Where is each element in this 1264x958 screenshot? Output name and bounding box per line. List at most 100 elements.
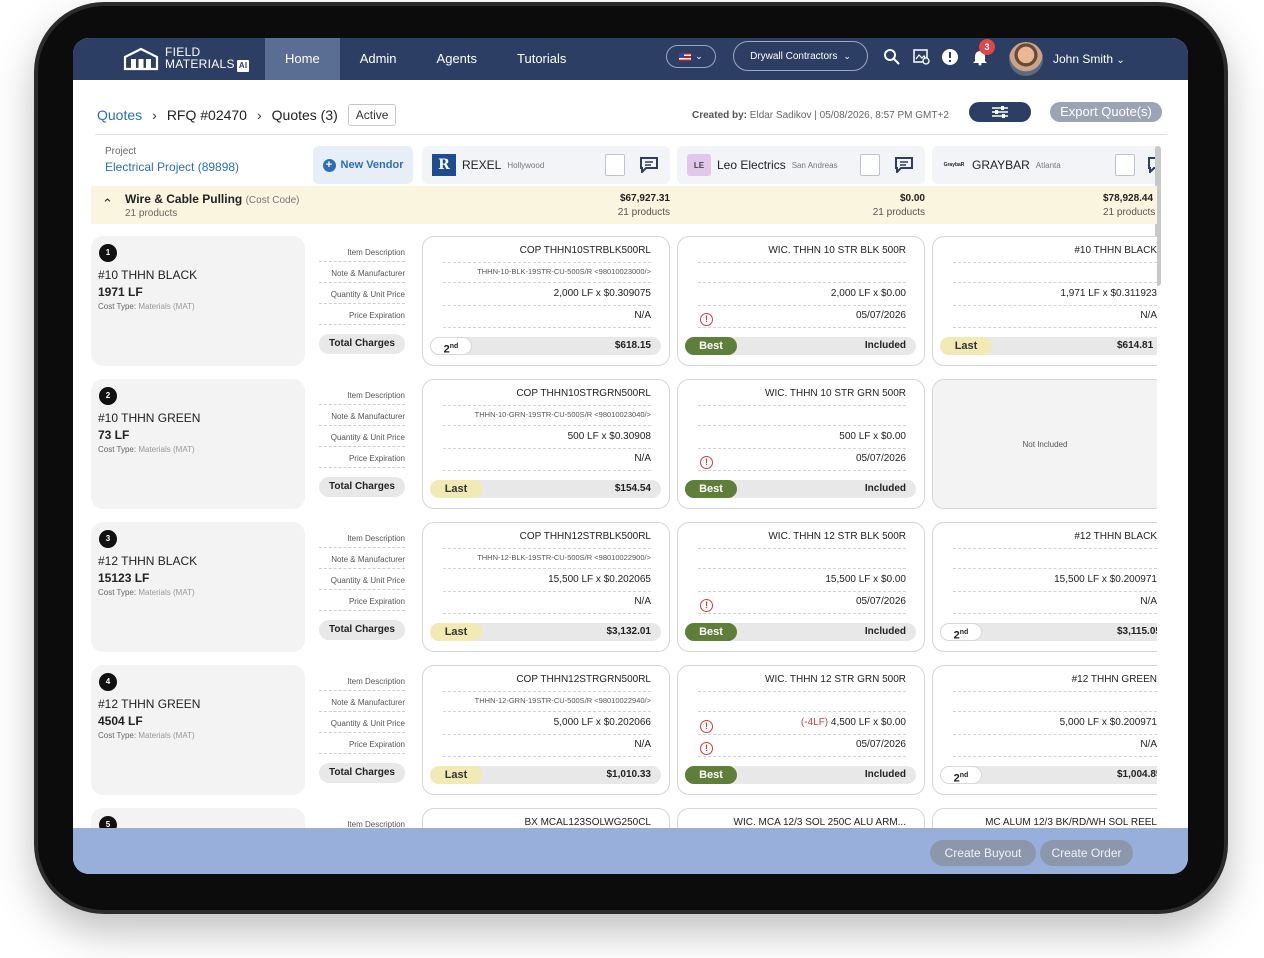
nav-admin[interactable]: Admin (340, 38, 417, 80)
quote-total: Included (864, 483, 906, 494)
item-name: #12 THHN BLACK (98, 554, 198, 568)
plus-icon: + (322, 158, 336, 172)
items-list[interactable]: 1 #10 THHN BLACK 1971 LF Cost Type: Materia… (73, 228, 1188, 828)
row-label-qty: Quantity & Unit Price (319, 433, 405, 447)
alert-icon[interactable] (941, 48, 959, 66)
quote-expiration: 05/07/2026 (698, 739, 906, 757)
quote-total-bar: Last $154.54 (430, 480, 661, 498)
quote-description: #12 THHN BLACK (953, 531, 1157, 549)
row-label-exp: Price Expiration (319, 311, 405, 325)
breadcrumb-rfq[interactable]: RFQ #02470 (167, 107, 247, 123)
app-logo[interactable]: FIELD MATERIALS AI (73, 46, 265, 72)
image-search-icon[interactable] (913, 48, 931, 66)
row-labels: Item Description Note & Manufacturer Quant… (319, 236, 405, 366)
breadcrumb: Quotes › RFQ #02470 › Quotes (3) Active (97, 104, 397, 126)
quote-total: $154.54 (614, 483, 651, 494)
row-label-desc: Item Description (319, 248, 405, 262)
cost-type-label: Cost Type: (98, 588, 137, 597)
breadcrumb-quotes[interactable]: Quotes (97, 107, 142, 123)
vendor-header-leo-electrics[interactable]: LE Leo Electrics San Andreas (677, 146, 925, 184)
row-label-note: Note & Manufacturer (319, 698, 405, 712)
vendor-total: $67,927.31 (619, 193, 670, 204)
row-labels: Item Description Note & Manufacturer Quant… (319, 379, 405, 509)
row-labels: Item Description (319, 808, 405, 828)
warning-icon[interactable]: ! (700, 456, 713, 469)
quote-note: THHN-10-BLK-19STR-CU-500S/R <98010023000… (443, 265, 651, 283)
quote-total: Included (864, 626, 906, 637)
document-icon[interactable] (1115, 154, 1135, 176)
quote-total: Included (864, 340, 906, 351)
item-name: #10 THHN BLACK (98, 268, 198, 282)
row-labels: Item Description Note & Manufacturer Quant… (319, 522, 405, 652)
quote-card[interactable]: WIC. THHN 10 STR BLK 500R 2,000 LF x $0.0… (677, 236, 925, 366)
chat-icon[interactable] (640, 157, 658, 173)
quote-quantity-price: 2,000 LF x $0.00 (698, 288, 906, 306)
warning-icon[interactable]: ! (700, 313, 713, 326)
cost-code-row[interactable]: ⌃ Wire & Cable Pulling (Cost Code) 21 pr… (91, 186, 1157, 224)
quote-description: BX MCAL123SOLWG250CL (443, 817, 651, 828)
quote-card[interactable]: WIC. THHN 10 STR GRN 500R 500 LF x $0.00 0… (677, 379, 925, 509)
quote-unit-price: $0.00 (880, 431, 906, 442)
user-menu[interactable]: John Smith ⌄ (1053, 52, 1125, 66)
chat-icon[interactable] (895, 157, 913, 173)
total-charges-label: Total Charges (319, 620, 405, 640)
quote-card[interactable]: WIC. THHN 12 STR BLK 500R 15,500 LF x $0.… (677, 522, 925, 652)
vendor-city: San Andreas (791, 160, 838, 170)
nav-agents[interactable]: Agents (417, 38, 497, 80)
item-card[interactable]: 5 (91, 808, 305, 828)
quote-card[interactable]: #10 THHN BLACK 1,971 LF x $0.311923 N/A Las… (932, 236, 1157, 366)
warning-icon[interactable]: ! (700, 742, 713, 755)
chevron-down-icon: ⌄ (843, 50, 851, 61)
create-buyout-button[interactable]: Create Buyout (930, 840, 1036, 866)
nav-home[interactable]: Home (265, 38, 340, 80)
row-labels: Item Description Note & Manufacturer Quant… (319, 665, 405, 795)
quote-unit-price: $0.202066 (603, 717, 651, 728)
created-by: Created by: Eldar Sadikov | 05/08/2026, … (692, 110, 949, 121)
item-number: 2 (99, 387, 117, 405)
quote-card[interactable]: BX MCAL123SOLWG250CL (422, 808, 670, 828)
create-order-button[interactable]: Create Order (1040, 840, 1133, 866)
item-card[interactable]: 2 #10 THHN GREEN 73 LF Cost Type: Materials… (91, 379, 305, 509)
chevron-up-icon[interactable]: ⌃ (102, 196, 113, 212)
quote-expiration: N/A (953, 310, 1157, 328)
quote-card[interactable]: WIC. MCA 12/3 SOL 250C ALU ARM... (677, 808, 925, 828)
quote-card[interactable]: COP THHN12STRBLK500RL THHN-12-BLK-19STR-C… (422, 522, 670, 652)
quote-description: COP THHN10STRGRN500RL (443, 388, 651, 406)
quote-card[interactable]: #12 THHN GREEN 5,000 LF x $0.200971 N/A 2nd… (932, 665, 1157, 795)
item-card[interactable]: 4 #12 THHN GREEN 4504 LF Cost Type: Materia… (91, 665, 305, 795)
quote-quantity-price: (-4LF) 4,500 LF x $0.00 (698, 717, 906, 735)
user-avatar[interactable] (1009, 42, 1043, 76)
warning-icon[interactable]: ! (700, 720, 713, 733)
quote-card[interactable]: WIC. THHN 12 STR GRN 500R (-4LF) 4,500 LF… (677, 665, 925, 795)
quote-card[interactable]: MC ALUM 12/3 BK/RD/WH SOL REEL (932, 808, 1157, 828)
quote-card[interactable]: #12 THHN BLACK 15,500 LF x $0.200971 N/A 2n… (932, 522, 1157, 652)
rank-badge: Best (685, 766, 737, 784)
item-cost-type: Cost Type: Materials (MAT) (98, 588, 195, 597)
quote-total: $1,010.33 (606, 769, 652, 780)
quote-quantity-price: 500 LF x $0.00 (698, 431, 906, 449)
document-icon[interactable] (860, 154, 880, 176)
nav-tutorials[interactable]: Tutorials (497, 38, 586, 80)
quote-card[interactable]: COP THHN12STRGRN500RL THHN-12-GRN-19STR-C… (422, 665, 670, 795)
vendor-header-rexel[interactable]: R REXEL Hollywood (422, 146, 670, 184)
item-number: 5 (99, 816, 117, 828)
item-card[interactable]: 1 #10 THHN BLACK 1971 LF Cost Type: Materia… (91, 236, 305, 366)
company-select[interactable]: Drywall Contractors ⌄ (733, 41, 868, 71)
language-select[interactable]: ⌄ (666, 45, 716, 68)
item-card[interactable]: 3 #12 THHN BLACK 15123 LF Cost Type: Materi… (91, 522, 305, 652)
new-vendor-button[interactable]: + New Vendor (313, 146, 413, 184)
quote-note (698, 265, 906, 283)
export-quotes-button[interactable]: Export Quote(s) (1050, 102, 1162, 122)
project-name[interactable]: Electrical Project (89898) (105, 160, 239, 174)
quote-card[interactable]: COP THHN10STRBLK500RL THHN-10-BLK-19STR-C… (422, 236, 670, 366)
vendor-name: GRAYBAR (972, 158, 1030, 172)
search-icon[interactable] (883, 48, 901, 66)
vendor-header-graybar[interactable]: GraybaR GRAYBAR Atlanta (932, 146, 1157, 184)
quote-card[interactable]: COP THHN10STRGRN500RL THHN-10-GRN-19STR-C… (422, 379, 670, 509)
warning-icon[interactable]: ! (700, 599, 713, 612)
quote-unit-price: $0.00 (880, 574, 906, 585)
row-label-exp: Price Expiration (319, 454, 405, 468)
app-screen: FIELD MATERIALS AI Home Admin Agents Tuto… (73, 38, 1188, 874)
filter-settings-button[interactable] (969, 102, 1031, 122)
document-icon[interactable] (605, 154, 625, 176)
